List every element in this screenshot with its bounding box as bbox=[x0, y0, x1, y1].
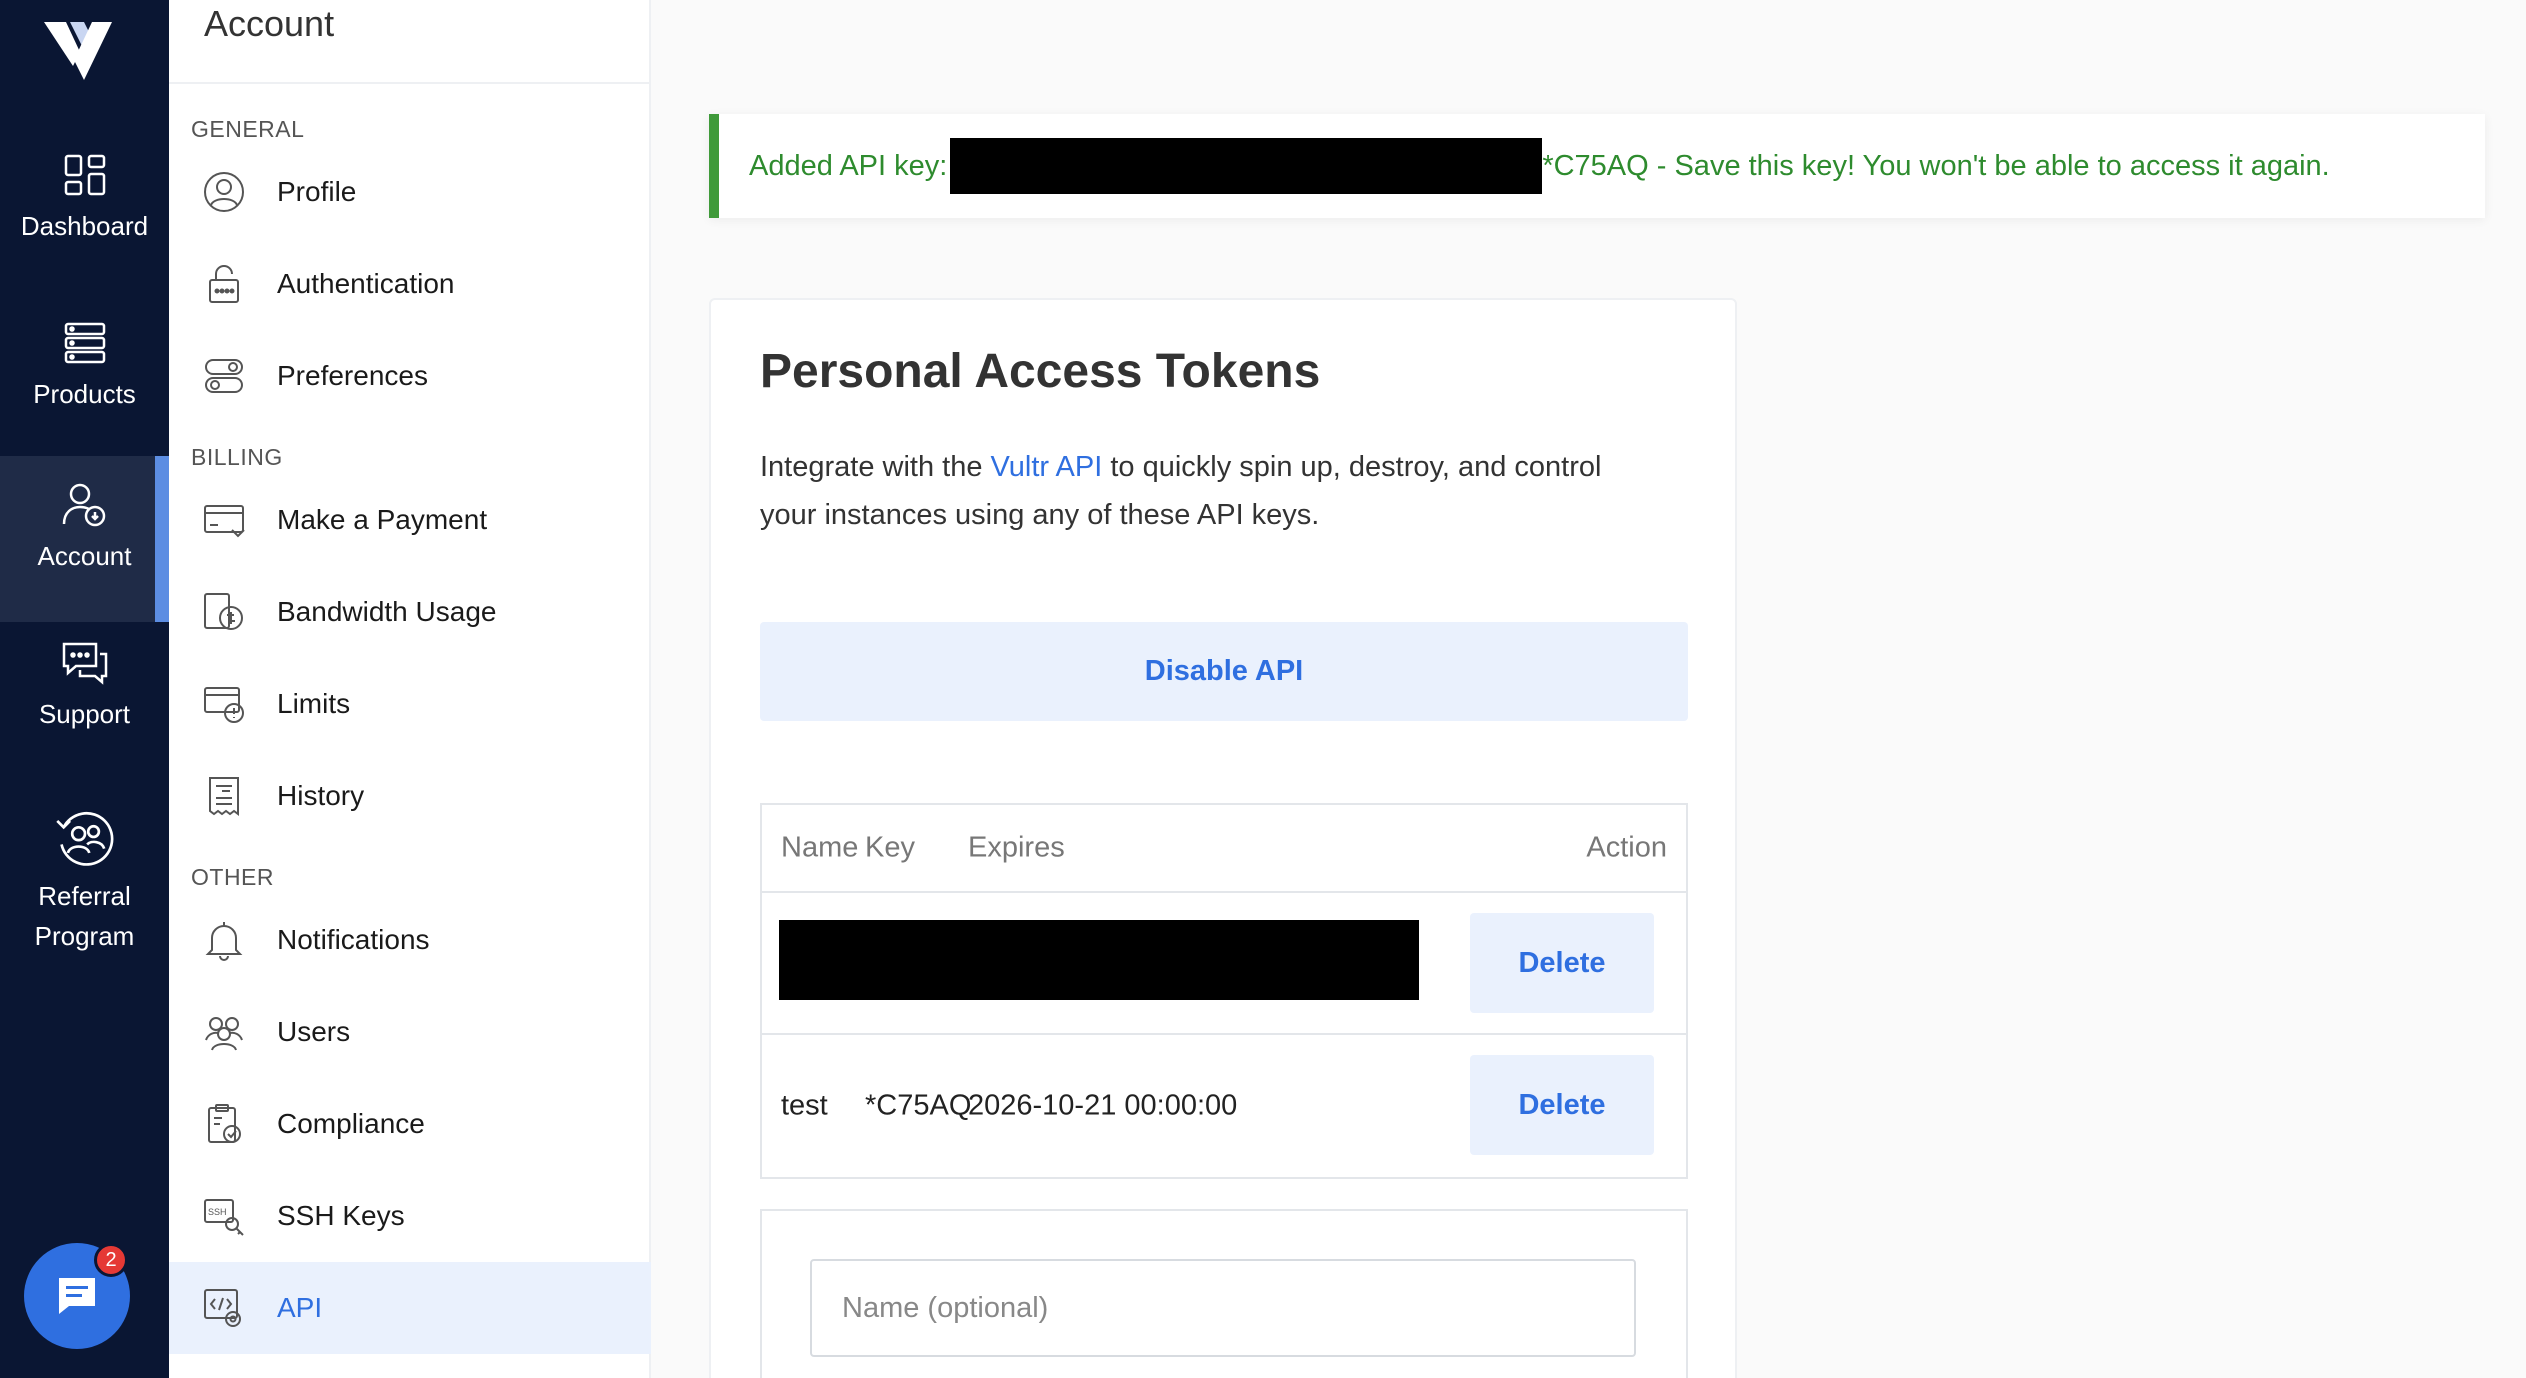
section-billing: BILLING bbox=[191, 444, 283, 470]
rail-item-products[interactable]: Products bbox=[0, 318, 169, 438]
vultr-logo[interactable] bbox=[40, 18, 114, 84]
table-row: Delete bbox=[762, 893, 1686, 1035]
rail-item-label: Dashboard bbox=[20, 211, 149, 241]
subnav-item-preferences[interactable]: Preferences bbox=[169, 330, 651, 422]
desc-text-before: Integrate with the bbox=[760, 451, 991, 483]
subnav-item-make-a-payment[interactable]: Make a Payment bbox=[169, 474, 651, 566]
subnav-item-label: History bbox=[277, 780, 365, 811]
profile-icon bbox=[204, 172, 244, 212]
api-icon bbox=[204, 1289, 241, 1327]
section-general: GENERAL bbox=[191, 116, 305, 142]
users-icon bbox=[205, 1017, 243, 1051]
rail-item-support[interactable]: Support bbox=[0, 638, 169, 758]
redacted-token-row bbox=[779, 920, 1419, 1000]
subnav-item-label: Authentication bbox=[277, 268, 455, 299]
card-icon bbox=[204, 505, 245, 538]
personal-access-tokens-card: Personal Access Tokens Integrate with th… bbox=[709, 298, 1737, 1378]
delete-button[interactable]: Delete bbox=[1470, 913, 1654, 1013]
subnav-item-compliance[interactable]: Compliance bbox=[169, 1078, 651, 1170]
rail-item-label: Referral Program bbox=[34, 881, 135, 951]
rail-item-label: Account bbox=[37, 541, 132, 571]
subnav-item-bandwidth-usage[interactable]: Bandwidth Usage bbox=[169, 566, 651, 658]
table-header: Name Key Expires Action bbox=[762, 805, 1686, 893]
col-expires: Expires bbox=[968, 831, 1065, 864]
limits-icon bbox=[204, 687, 244, 723]
subnav-item-label: SSH Keys bbox=[277, 1200, 405, 1231]
token-key: *C75AQ bbox=[865, 1089, 972, 1122]
disable-api-button[interactable]: Disable API bbox=[760, 622, 1688, 721]
products-icon bbox=[64, 322, 105, 364]
alert-suffix: *C75AQ - Save this key! You won't be abl… bbox=[1542, 149, 2330, 182]
chat-icon bbox=[59, 1278, 95, 1314]
subnav-title: Account bbox=[204, 3, 335, 44]
account-icon bbox=[62, 483, 105, 527]
table-row: test *C75AQ 2026-10-21 00:00:00 Delete bbox=[762, 1035, 1686, 1177]
subnav-item-label: Notifications bbox=[277, 924, 430, 955]
alert-prefix: Added API key: bbox=[749, 149, 948, 182]
subnav-item-label: Users bbox=[277, 1016, 351, 1047]
rail-item-account[interactable]: Account bbox=[0, 456, 169, 622]
token-expires: 2026-10-21 00:00:00 bbox=[968, 1089, 1238, 1122]
subnav-item-history[interactable]: History bbox=[169, 750, 651, 842]
lock-icon bbox=[209, 265, 239, 303]
support-icon bbox=[62, 642, 107, 685]
subnav-item-label: Preferences bbox=[277, 360, 428, 391]
rail-item-dashboard[interactable]: Dashboard bbox=[0, 150, 169, 270]
svg-text:SSH: SSH bbox=[208, 1207, 227, 1217]
card-title: Personal Access Tokens bbox=[760, 345, 1321, 398]
referral-icon bbox=[55, 811, 113, 866]
rail-item-label: Products bbox=[33, 379, 136, 409]
toggles-icon bbox=[205, 359, 243, 393]
subnav-item-label: Compliance bbox=[277, 1108, 425, 1139]
subnav-item-ssh-keys[interactable]: SSH SSH Keys bbox=[169, 1170, 651, 1262]
vultr-api-link[interactable]: Vultr API bbox=[991, 451, 1103, 483]
bandwidth-icon bbox=[204, 593, 243, 630]
col-name: Name bbox=[781, 831, 859, 864]
tokens-table: Name Key Expires Action Delete test *C75… bbox=[760, 803, 1688, 1179]
subnav-item-authentication[interactable]: Authentication bbox=[169, 238, 651, 330]
main-rail: Dashboard Products Account Support Refer… bbox=[0, 0, 169, 1378]
subnav-item-api[interactable]: API bbox=[169, 1262, 651, 1354]
subnav-item-notifications[interactable]: Notifications bbox=[169, 894, 651, 986]
add-token-form bbox=[760, 1209, 1688, 1378]
receipt-icon bbox=[209, 777, 239, 816]
rail-item-label: Support bbox=[38, 699, 131, 729]
main-content: Added API key: *C75AQ - Save this key! Y… bbox=[651, 0, 2526, 1378]
delete-button[interactable]: Delete bbox=[1470, 1055, 1654, 1155]
token-name: test bbox=[781, 1089, 828, 1122]
divider bbox=[169, 82, 651, 84]
bell-icon bbox=[205, 922, 243, 961]
dashboard-icon bbox=[64, 154, 105, 196]
col-action: Action bbox=[1586, 831, 1667, 864]
subnav-item-label: API bbox=[277, 1292, 323, 1323]
token-name-input[interactable] bbox=[810, 1259, 1636, 1357]
clipboard-icon bbox=[208, 1104, 241, 1143]
chat-unread-badge: 2 bbox=[94, 1243, 128, 1277]
success-alert: Added API key: *C75AQ - Save this key! Y… bbox=[709, 114, 2485, 218]
section-other: OTHER bbox=[191, 864, 274, 890]
rail-item-referral[interactable]: Referral Program bbox=[0, 806, 169, 966]
subnav-item-profile[interactable]: Profile bbox=[169, 146, 651, 238]
subnav-item-limits[interactable]: Limits bbox=[169, 658, 651, 750]
subnav-item-label: Profile bbox=[277, 176, 357, 207]
ssh-key-icon: SSH bbox=[204, 1199, 244, 1236]
subnav-item-users[interactable]: Users bbox=[169, 986, 651, 1078]
col-key: Key bbox=[865, 831, 915, 864]
subnav-item-label: Make a Payment bbox=[277, 504, 488, 535]
subnav-item-label: Bandwidth Usage bbox=[277, 596, 497, 627]
subnav-item-label: Limits bbox=[277, 688, 351, 719]
account-subnav: Account GENERAL Profile Authentication P… bbox=[169, 0, 651, 1378]
card-description: Integrate with the Vultr API to quickly … bbox=[760, 443, 1660, 539]
redacted-api-key bbox=[950, 138, 1543, 194]
